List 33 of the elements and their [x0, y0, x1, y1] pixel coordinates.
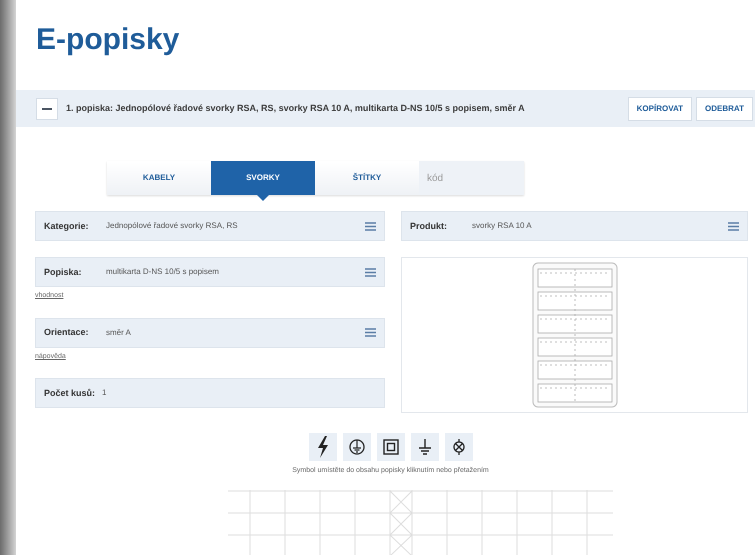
- field-label: Produkt:: [410, 220, 448, 233]
- minus-icon: [42, 108, 52, 110]
- collapse-button[interactable]: [36, 98, 58, 120]
- page-title: E-popisky: [36, 22, 180, 58]
- label-title: 1. popiska: Jednopólové řadové svorky RSA, RS, svorky RSA 10 A, multikarta D-NS 10/5 s popisem, směr A: [66, 102, 526, 115]
- symbol-button[interactable]: [376, 433, 404, 462]
- tab[interactable]: KABELY: [107, 161, 211, 196]
- symbol-button[interactable]: [308, 433, 336, 462]
- menu-icon: [728, 222, 739, 231]
- field-label: Orientace:: [44, 326, 90, 340]
- symbol-button[interactable]: [342, 433, 370, 462]
- field-value: Jednopólové řadové svorky RSA, RS: [106, 220, 239, 232]
- field-label: Počet kusů:: [44, 386, 96, 400]
- menu-icon: [365, 268, 376, 277]
- tab-pointer: [257, 195, 269, 202]
- field-value: svorky RSA 10 A: [472, 220, 533, 232]
- field-value: multikarta D-NS 10/5 s popisem: [106, 266, 220, 278]
- select-field[interactable]: Popiska: multikarta D-NS 10/5 s popisem: [35, 257, 385, 288]
- action-button[interactable]: KOPÍROVAT: [628, 96, 692, 121]
- symbol-button[interactable]: [444, 433, 472, 462]
- field-label: Popiska:: [44, 266, 83, 279]
- field-value: směr A: [106, 326, 132, 339]
- symbol-button[interactable]: [410, 433, 438, 462]
- select-field[interactable]: Produkt: svorky RSA 10 A: [401, 211, 748, 242]
- menu-icon: [365, 222, 376, 231]
- field-value: 1: [102, 387, 108, 400]
- select-field[interactable]: Kategorie: Jednopólové řadové svorky RSA, RS: [35, 211, 385, 242]
- tab[interactable]: ŠTÍTKY: [315, 161, 419, 196]
- select-field[interactable]: Orientace: směr A: [35, 318, 385, 348]
- action-button[interactable]: ODEBRAT: [696, 96, 753, 121]
- field-label: Kategorie:: [44, 220, 90, 233]
- code-field[interactable]: kód: [419, 161, 524, 196]
- menu-icon: [365, 328, 376, 338]
